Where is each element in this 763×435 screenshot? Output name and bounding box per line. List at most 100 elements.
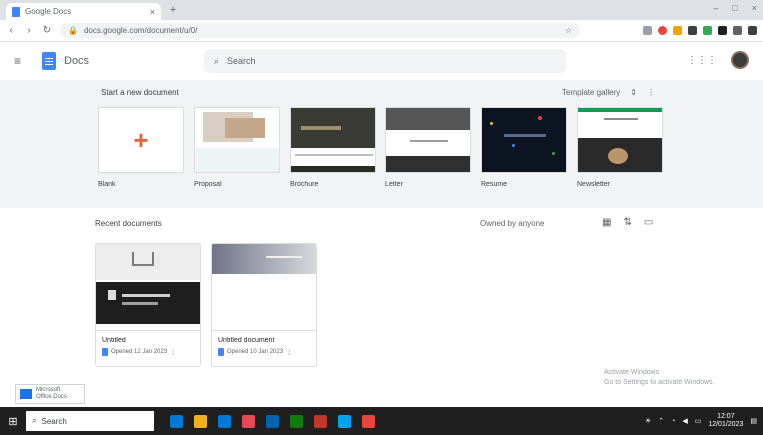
lock-icon: 🔒 xyxy=(68,26,78,35)
forward-button[interactable]: › xyxy=(24,25,34,36)
notifications-icon[interactable]: ▤ xyxy=(750,417,757,425)
back-button[interactable]: ‹ xyxy=(6,25,16,36)
taskbar-clock[interactable]: 12:07 12/01/2023 xyxy=(708,413,743,429)
taskbar-app-icon[interactable] xyxy=(338,414,351,428)
doc-opened-date: Opened 10 Jan 2023 xyxy=(227,349,284,355)
template-thumbnail: + xyxy=(98,107,184,173)
template-resume[interactable]: Resume xyxy=(481,107,567,188)
taskbar-app-icon[interactable] xyxy=(314,414,327,428)
reload-button[interactable]: ↻ xyxy=(42,25,52,36)
template-blank[interactable]: + Blank xyxy=(98,107,184,188)
windows-taskbar: ⊞ ⌕ Search ☀ ⌃ ◔ ◀ ▭ 12:07 12/01/2023 ▤ xyxy=(0,407,763,435)
template-label: Newsletter xyxy=(577,181,611,188)
maximize-button[interactable]: □ xyxy=(732,3,737,13)
doc-type-icon xyxy=(102,348,108,356)
url-text: docs.google.com/document/u/0/ xyxy=(83,26,198,35)
system-tray: ☀ ⌃ ◔ ◀ ▭ 12:07 12/01/2023 ▤ xyxy=(645,413,763,429)
app-name[interactable]: Docs xyxy=(64,55,89,67)
new-tab-button[interactable]: + xyxy=(166,4,180,16)
taskbar-app-icon[interactable] xyxy=(290,414,303,428)
notification-app-icon xyxy=(20,389,32,399)
plus-icon: + xyxy=(133,125,149,155)
extension-icon[interactable] xyxy=(748,26,757,35)
template-gallery-button[interactable]: Template gallery xyxy=(562,88,620,97)
doc-thumbnail xyxy=(212,244,316,331)
window-controls: – □ × xyxy=(713,3,757,13)
recent-doc-card[interactable]: Untitled document Opened 10 Jan 2023 ⋮ xyxy=(211,243,317,367)
extension-icon[interactable] xyxy=(643,26,652,35)
account-avatar[interactable] xyxy=(731,51,749,69)
template-newsletter[interactable]: Newsletter xyxy=(577,107,663,188)
extension-icon[interactable] xyxy=(688,26,697,35)
url-bar[interactable]: 🔒 docs.google.com/document/u/0/ ☆ xyxy=(60,23,580,38)
taskbar-app-icon[interactable] xyxy=(170,414,183,428)
sort-az-icon[interactable]: ⇅ xyxy=(623,217,631,228)
more-options-icon[interactable]: ⋮ xyxy=(647,88,655,97)
recent-documents-title: Recent documents xyxy=(95,219,162,228)
clock-time: 12:07 xyxy=(717,413,735,420)
taskbar-app-icon[interactable] xyxy=(218,414,231,428)
more-options-icon[interactable]: ⋮ xyxy=(170,349,176,356)
bookmark-star-icon[interactable]: ☆ xyxy=(565,26,572,35)
docs-header: ≡ Docs ⌕ Search ⋮⋮⋮ xyxy=(0,42,763,80)
minimize-button[interactable]: – xyxy=(713,3,718,13)
watermark-line-1: Activate Windows xyxy=(604,369,660,376)
network-icon[interactable]: ◔ xyxy=(671,418,675,425)
google-apps-icon[interactable]: ⋮⋮⋮ xyxy=(687,55,717,66)
search-icon: ⌕ xyxy=(214,55,220,66)
template-label: Letter xyxy=(385,181,403,188)
recent-doc-card[interactable]: Untitled Opened 12 Jan 2023 ⋮ xyxy=(95,243,201,367)
extension-icon[interactable] xyxy=(673,26,682,35)
grid-view-icon[interactable]: ▦ xyxy=(602,217,611,228)
template-letter[interactable]: Letter xyxy=(385,107,471,188)
extension-icon[interactable] xyxy=(718,26,727,35)
chevron-updown-icon[interactable]: ⇕ xyxy=(630,88,637,97)
template-gallery: Start a new document Template gallery ⇕ … xyxy=(0,80,763,208)
clock-date: 12/01/2023 xyxy=(708,421,744,428)
main-menu-icon[interactable]: ≡ xyxy=(14,54,30,68)
doc-opened-date: Opened 12 Jan 2023 xyxy=(111,349,168,355)
weather-icon[interactable]: ☀ xyxy=(645,417,651,425)
windows-start-icon[interactable]: ⊞ xyxy=(0,407,26,435)
template-proposal[interactable]: Proposal xyxy=(194,107,280,188)
taskbar-app-icon[interactable] xyxy=(266,414,279,428)
chevron-up-icon[interactable]: ⌃ xyxy=(658,417,664,425)
extension-icon[interactable] xyxy=(703,26,712,35)
volume-icon[interactable]: ◀ xyxy=(682,417,687,425)
extension-icon[interactable] xyxy=(658,26,667,35)
download-notification[interactable]: Microsoft Office Docs xyxy=(15,384,85,404)
extension-icon[interactable] xyxy=(733,26,742,35)
search-bar[interactable]: ⌕ Search xyxy=(204,49,566,73)
battery-icon[interactable]: ▭ xyxy=(695,417,702,425)
taskbar-app-icon[interactable] xyxy=(242,414,255,428)
template-label: Blank xyxy=(98,181,116,188)
taskbar-apps xyxy=(170,414,375,428)
doc-name: Untitled xyxy=(102,337,126,344)
browser-tab[interactable]: Google Docs × xyxy=(6,3,161,20)
docs-favicon-icon xyxy=(12,6,20,17)
browser-tab-bar: Google Docs × + – □ × xyxy=(0,0,763,20)
taskbar-app-icon[interactable] xyxy=(362,414,375,428)
extension-icons xyxy=(643,26,757,35)
folder-icon[interactable]: ▭ xyxy=(644,217,653,228)
taskbar-search[interactable]: ⌕ Search xyxy=(26,411,154,431)
template-thumbnail xyxy=(290,107,376,173)
template-thumbnail xyxy=(481,107,567,173)
close-window-button[interactable]: × xyxy=(752,3,757,13)
tab-close-icon[interactable]: × xyxy=(150,7,155,17)
notification-line-2: Office Docs xyxy=(36,394,67,400)
template-label: Proposal xyxy=(194,181,222,188)
notification-line-1: Microsoft xyxy=(36,387,61,393)
template-brochure[interactable]: Brochure xyxy=(290,107,376,188)
address-bar-row: ‹ › ↻ 🔒 docs.google.com/document/u/0/ ☆ xyxy=(0,20,763,42)
more-options-icon[interactable]: ⋮ xyxy=(286,349,292,356)
template-thumbnail xyxy=(385,107,471,173)
doc-type-icon xyxy=(218,348,224,356)
taskbar-app-icon[interactable] xyxy=(194,414,207,428)
tab-title: Google Docs xyxy=(25,7,72,16)
docs-logo-icon[interactable] xyxy=(42,52,56,70)
template-thumbnail xyxy=(577,107,663,173)
owner-filter-dropdown[interactable]: Owned by anyone xyxy=(480,219,545,228)
watermark-line-2: Go to Settings to activate Windows. xyxy=(604,379,715,386)
gallery-title: Start a new document xyxy=(101,88,179,97)
